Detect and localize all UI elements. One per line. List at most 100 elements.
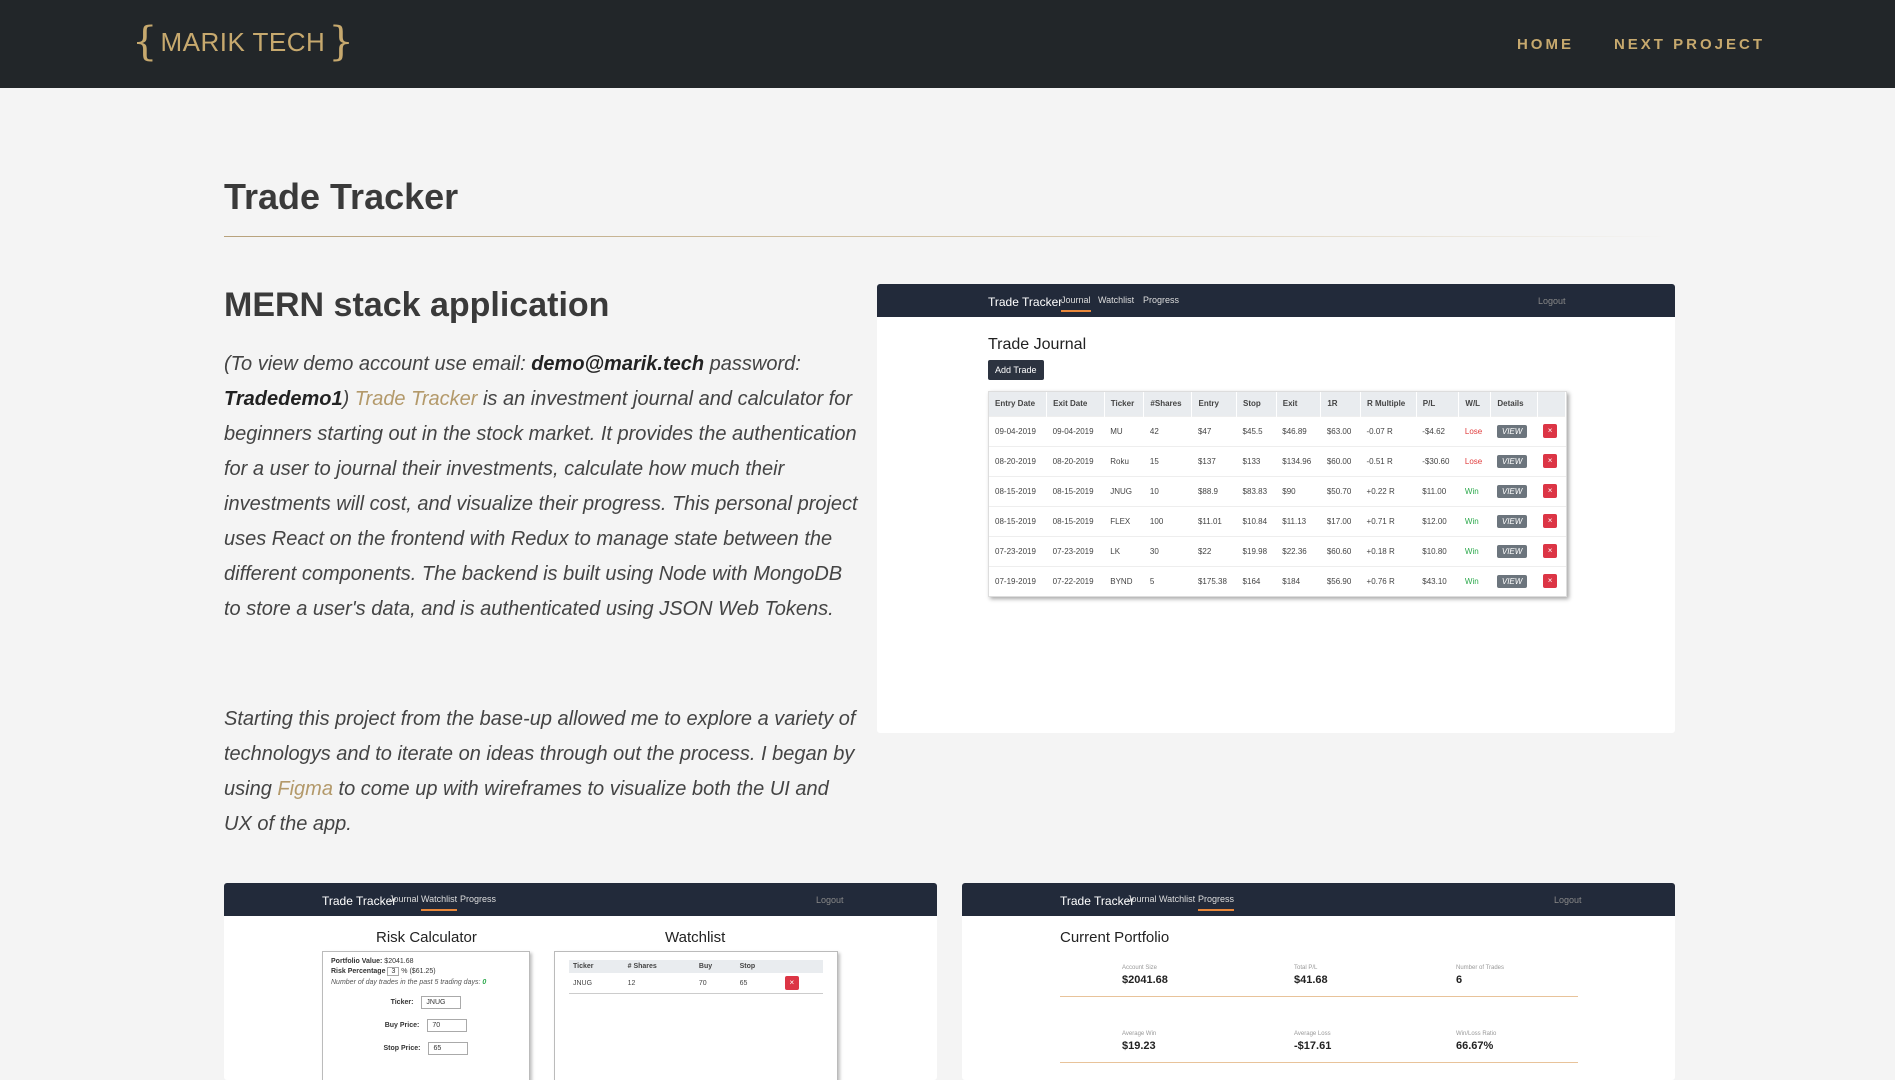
journal-cell: -0.07 R xyxy=(1360,415,1417,446)
title-divider xyxy=(224,236,1670,237)
journal-col-header: Entry xyxy=(1191,392,1238,416)
journal-cell: Win xyxy=(1458,565,1491,596)
app-logout: Logout xyxy=(1554,895,1582,905)
journal-cell: Lose xyxy=(1458,445,1491,476)
journal-cell: $133 xyxy=(1236,445,1277,476)
buy-price-label: Buy Price: xyxy=(384,1022,420,1029)
journal-cell: $137 xyxy=(1191,445,1237,476)
journal-cell: $19.98 xyxy=(1236,535,1277,566)
risk-calculator-title: Risk Calculator xyxy=(376,929,477,946)
demo-password: Tradedemo1 xyxy=(224,388,343,410)
journal-cell: Roku xyxy=(1104,445,1144,476)
journal-cell: FLEX xyxy=(1104,505,1144,536)
journal-cell: $10.80 xyxy=(1416,535,1459,566)
add-trade-button: Add Trade xyxy=(988,360,1044,380)
journal-cell: $45.5 xyxy=(1236,415,1277,446)
journal-col-header: P/L xyxy=(1416,392,1460,416)
journal-cell: 08-20-2019 xyxy=(989,445,1047,476)
journal-col-header xyxy=(1537,392,1567,416)
journal-cell: $22 xyxy=(1191,535,1237,566)
project-description: (To view demo account use email: demo@ma… xyxy=(224,347,860,627)
view-trade-button: VIEW xyxy=(1496,514,1528,528)
journal-cell: +0.22 R xyxy=(1360,475,1417,506)
journal-col-header: Entry Date xyxy=(989,392,1048,416)
journal-cell: 100 xyxy=(1143,505,1192,536)
close-paren: ) xyxy=(342,388,355,410)
watch-cell-ticker: JNUG xyxy=(569,973,624,994)
journal-cell: $90 xyxy=(1276,475,1321,506)
figma-link[interactable]: Figma xyxy=(277,778,333,800)
trade-tracker-link[interactable]: Trade Tracker xyxy=(355,388,478,410)
watch-col-shares: # Shares xyxy=(623,960,695,973)
journal-cell: Win xyxy=(1458,535,1491,566)
watchlist-title: Watchlist xyxy=(665,929,726,946)
stop-price-input: 65 xyxy=(428,1042,469,1055)
watch-col-buy: Buy xyxy=(694,960,736,973)
journal-cell: 09-04-2019 xyxy=(1046,415,1105,446)
delete-trade-button: × xyxy=(1543,544,1558,558)
portfolio-stats-row-1: Account Size $2041.68 Total P/L $41.68 Num… xyxy=(1060,965,1578,997)
risk-watchlist-screenshot: Trade Tracker Journal Watchlist Progress… xyxy=(224,883,937,1080)
view-trade-button: VIEW xyxy=(1496,484,1528,498)
logo[interactable]: { MARIK TECH } xyxy=(132,22,354,62)
stat-total-pl: Total P/L $41.68 xyxy=(1294,965,1328,986)
journal-cell: +0.18 R xyxy=(1360,535,1417,566)
stop-price-label: Stop Price: xyxy=(383,1045,421,1052)
app-tab-progress: Progress xyxy=(460,894,497,904)
ticker-input: JNUG xyxy=(421,996,462,1009)
journal-row: 07-19-2019 07-22-2019 BYND 5 $175.38 $164 $184… xyxy=(989,565,1566,596)
journal-col-header: Exit xyxy=(1276,392,1322,416)
journal-cell: $134.96 xyxy=(1276,445,1321,476)
journal-cell: $164 xyxy=(1236,565,1277,596)
app-tab-progress: Progress xyxy=(1143,295,1180,305)
portfolio-value: $2041.68 xyxy=(384,958,414,965)
journal-cell: Win xyxy=(1458,505,1491,536)
stat-average-loss: Average Loss -$17.61 xyxy=(1294,1031,1331,1052)
journal-cell: +0.71 R xyxy=(1360,505,1417,536)
app-tab-journal: Journal xyxy=(1127,894,1157,904)
journal-row: 07-23-2019 07-23-2019 LK 30 $22 $19.98 $22.36 $… xyxy=(989,535,1566,566)
delete-trade-button: × xyxy=(1543,454,1558,468)
nav-next-project-link[interactable]: NEXT PROJECT xyxy=(1614,36,1765,53)
journal-cell: 42 xyxy=(1143,415,1192,446)
journal-cell: -$4.62 xyxy=(1416,415,1459,446)
stat-label: Number of Trades xyxy=(1456,965,1505,971)
project-process-description: Starting this project from the base-up a… xyxy=(224,702,860,842)
journal-cell: 07-19-2019 xyxy=(989,565,1047,596)
portfolio-screenshot: Trade Tracker Journal Watchlist Progress… xyxy=(962,883,1675,1080)
watch-cell-shares: 12 xyxy=(623,973,695,994)
demo-intro-text: To view demo account use email: xyxy=(230,353,532,375)
journal-col-header: W/L xyxy=(1458,392,1492,416)
watch-col-stop: Stop xyxy=(735,960,781,973)
app-tab-watchlist: Watchlist xyxy=(1098,295,1135,305)
app-tab-progress: Progress xyxy=(1198,894,1235,911)
description-body: is an investment journal and calculator … xyxy=(224,388,858,620)
journal-cell: $88.9 xyxy=(1191,475,1237,506)
app-navbar: Trade Tracker Journal Watchlist Progress… xyxy=(877,284,1675,317)
delete-trade-button: × xyxy=(1543,424,1558,438)
stat-label: Average Win xyxy=(1122,1031,1157,1037)
nav-links: HOME NEXT PROJECT xyxy=(1517,36,1765,53)
journal-row: 08-20-2019 08-20-2019 Roku 15 $137 $133 $134.9… xyxy=(989,445,1566,476)
journal-col-header: Exit Date xyxy=(1046,392,1105,416)
journal-title: Trade Journal xyxy=(988,336,1087,353)
watch-col-ticker: Ticker xyxy=(569,960,624,973)
section-title: MERN stack application xyxy=(224,286,610,324)
stat-win-loss-ratio: Win/Loss Ratio 66.67% xyxy=(1456,1031,1496,1052)
view-trade-button: VIEW xyxy=(1496,574,1528,588)
delete-trade-button: × xyxy=(1543,484,1558,498)
app-tab-journal: Journal xyxy=(1061,295,1091,312)
journal-cell: Win xyxy=(1458,475,1491,506)
nav-home-link[interactable]: HOME xyxy=(1517,36,1574,53)
password-label: password: xyxy=(704,353,801,375)
stat-label: Account Size xyxy=(1122,965,1158,971)
journal-cell: $47 xyxy=(1191,415,1237,446)
app-tab-watchlist: Watchlist xyxy=(421,894,458,911)
app-brand: Trade Tracker xyxy=(322,894,397,908)
risk-percentage-label: Risk Percentage xyxy=(331,968,386,975)
stat-account-size: Account Size $2041.68 xyxy=(1122,965,1168,986)
journal-cell: $184 xyxy=(1276,565,1321,596)
stat-label: Total P/L xyxy=(1294,965,1318,971)
view-trade-button: VIEW xyxy=(1496,544,1528,558)
journal-cell: $22.36 xyxy=(1276,535,1321,566)
